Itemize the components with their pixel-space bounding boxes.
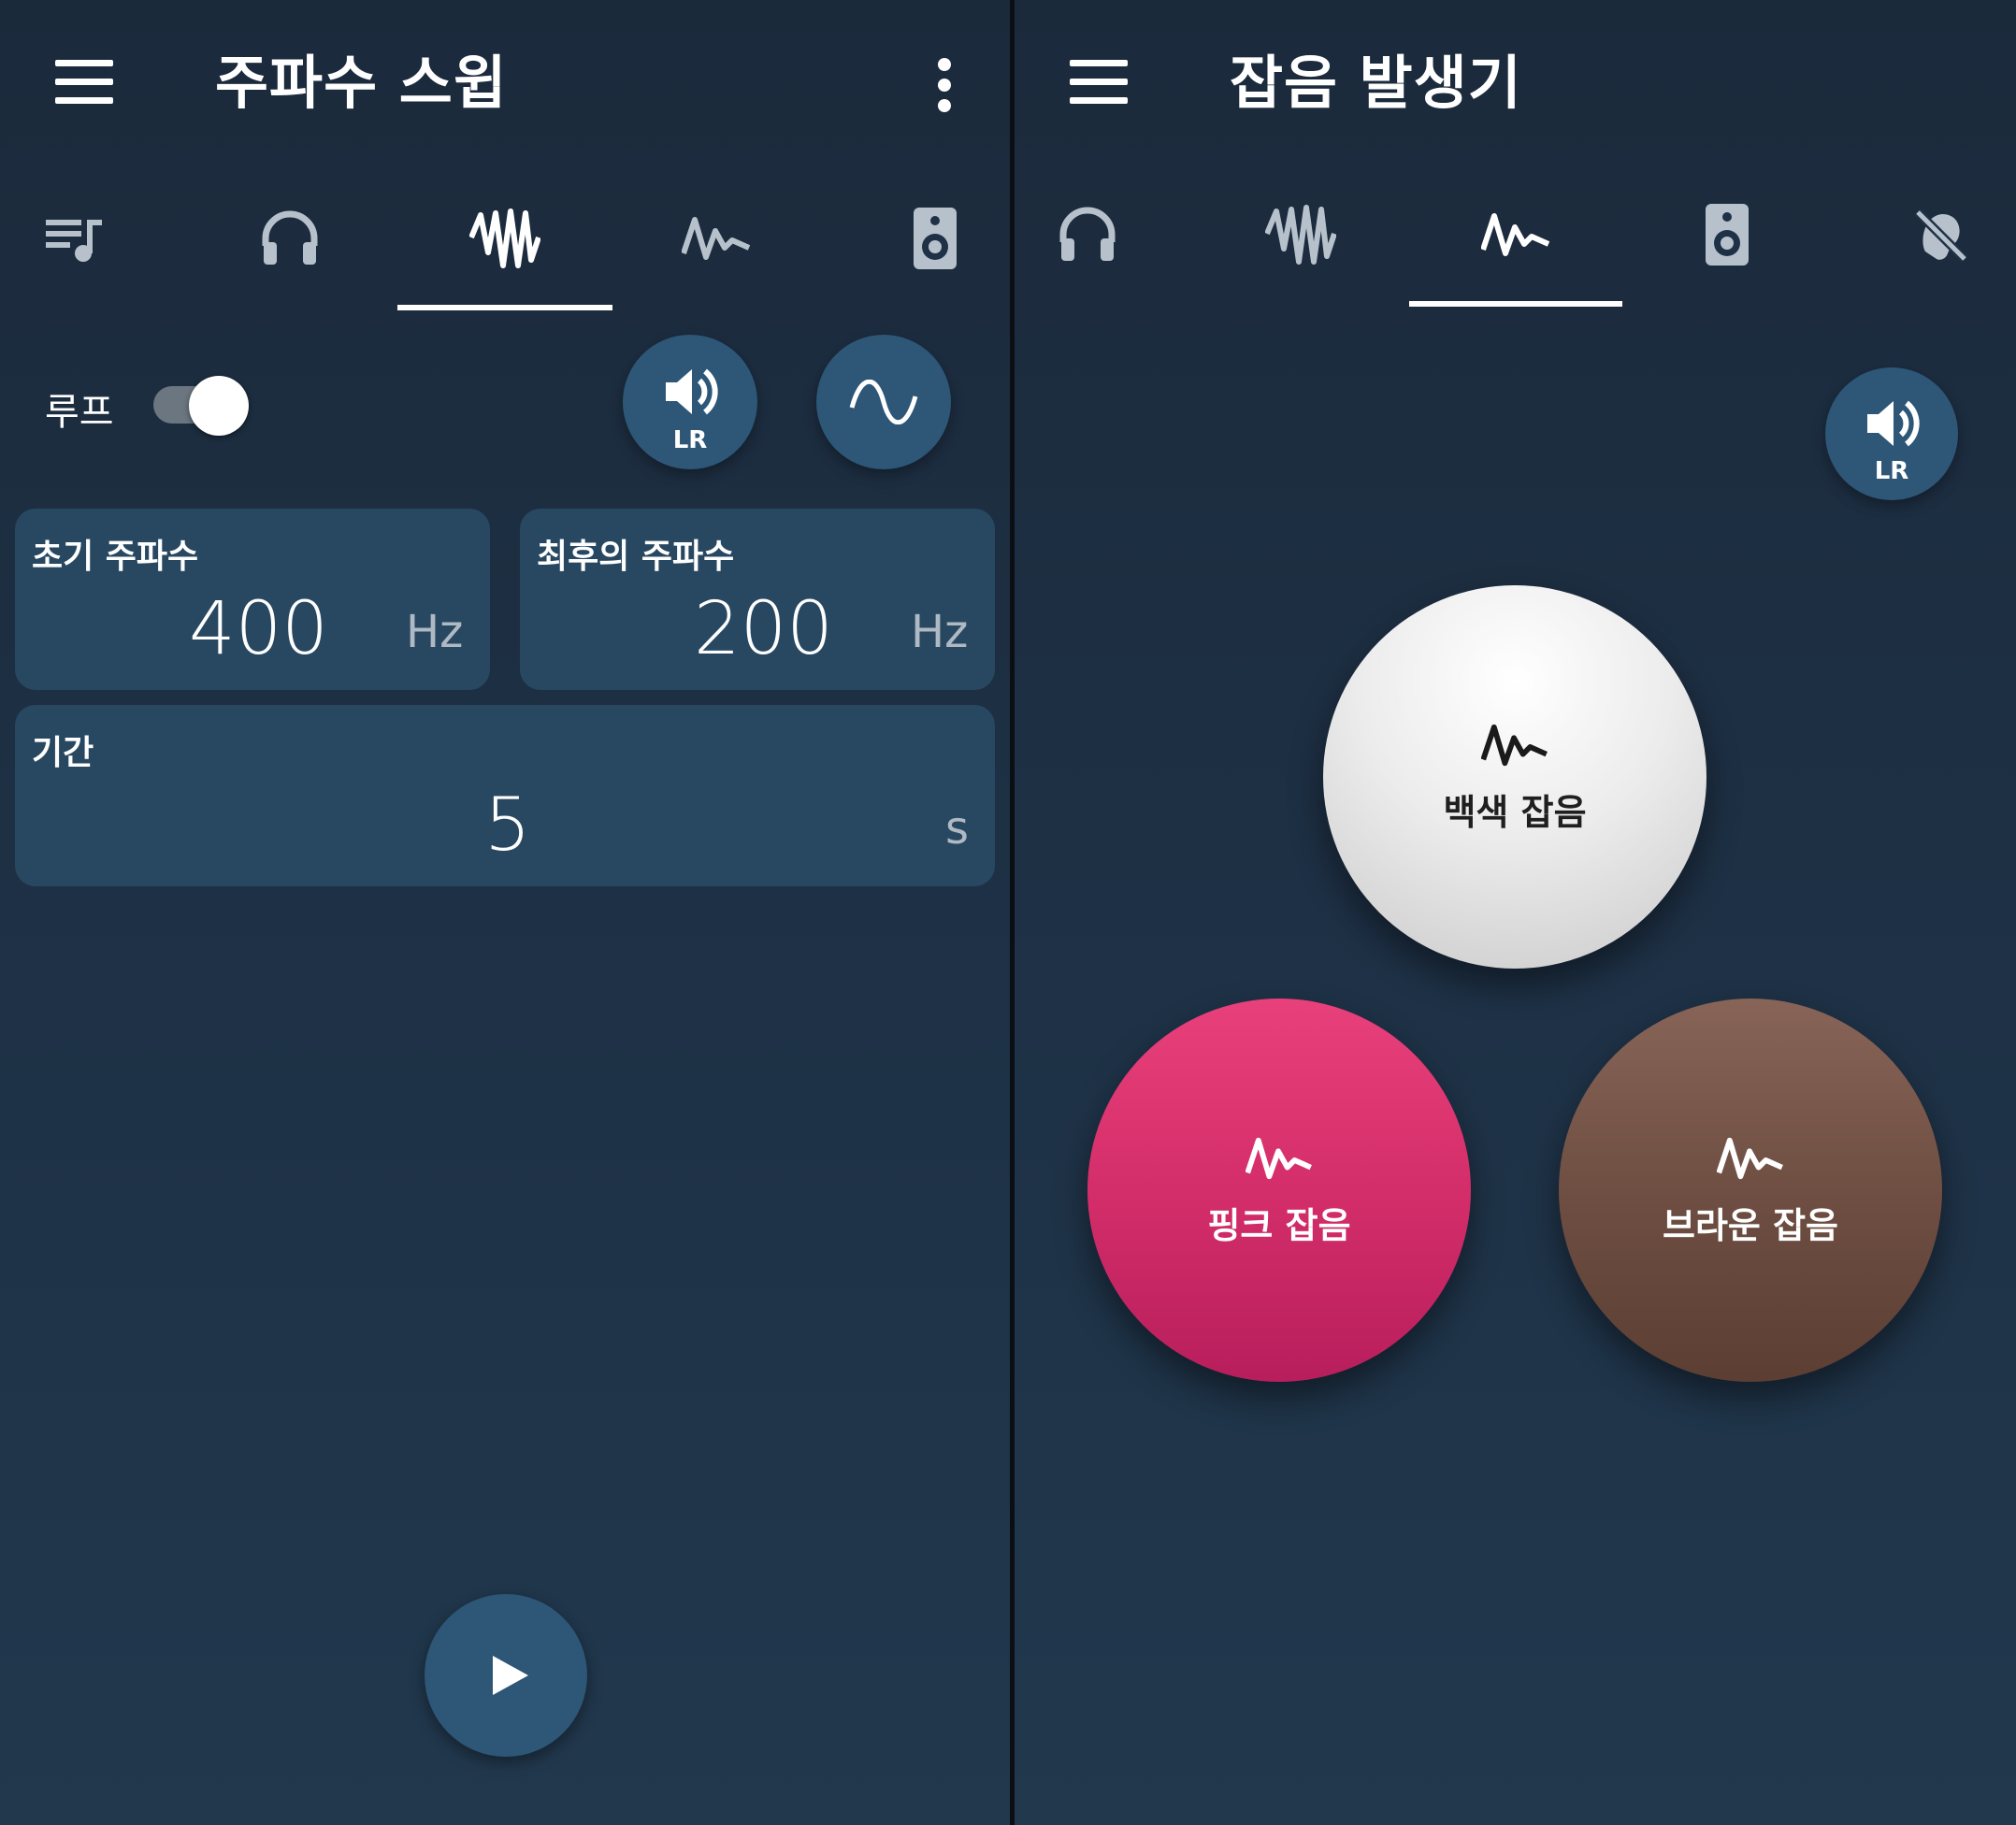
tab-playlist[interactable]: [28, 187, 122, 290]
tab-hearing-test[interactable]: [1894, 183, 1987, 286]
frequency-sweep-screen: 주파수 스윕 루프 LR 초기 주파수 400 Hz 최후의 주파수 200 H…: [0, 0, 1010, 1825]
end-frequency-value: 200: [694, 587, 833, 671]
white-noise-button[interactable]: 백색 잡음: [1323, 585, 1706, 969]
lr-label: LR: [672, 426, 708, 454]
page-title: 주파수 스윕: [215, 49, 508, 117]
brown-noise-label: 브라운 잡음: [1662, 1204, 1839, 1246]
noise-waveform-icon: [1246, 1137, 1312, 1179]
page-title: 잡음 발생기: [1230, 49, 1522, 117]
start-frequency-value: 400: [189, 587, 328, 671]
duration-value: 5: [484, 783, 531, 868]
tab-headphones[interactable]: [1041, 183, 1134, 286]
play-button[interactable]: [425, 1594, 587, 1757]
more-options-icon[interactable]: [933, 58, 956, 114]
speaker-icon: [914, 208, 957, 269]
tab-sweep[interactable]: [1254, 183, 1347, 286]
noise-generator-screen: 잡음 발생기 LR 백색 잡음 핑크 잡음 브라운 잡음: [1015, 0, 2016, 1825]
playlist-music-icon: [46, 220, 102, 262]
tab-noise[interactable]: [670, 187, 763, 290]
selected-tab-indicator: [397, 305, 612, 310]
waveform-type-button[interactable]: [816, 335, 951, 469]
start-frequency-unit: Hz: [406, 606, 464, 658]
play-icon: [493, 1656, 528, 1695]
noise-waveform-icon: [1717, 1137, 1783, 1179]
tab-speaker[interactable]: [1680, 183, 1774, 286]
tab-headphones[interactable]: [243, 187, 337, 290]
volume-icon: [666, 368, 718, 415]
selected-tab-indicator: [1409, 301, 1622, 307]
tab-noise[interactable]: [1409, 183, 1622, 286]
loop-toggle[interactable]: [153, 376, 249, 436]
brown-noise-button[interactable]: 브라운 잡음: [1559, 999, 1942, 1382]
headphones-icon: [262, 210, 318, 265]
duration-unit: s: [945, 802, 970, 855]
menu-icon[interactable]: [1070, 60, 1128, 105]
sweep-waveform-icon: [469, 208, 540, 268]
sweep-waveform-icon: [1265, 205, 1336, 265]
noise-waveform-icon: [682, 217, 751, 260]
end-frequency-field[interactable]: 최후의 주파수 200 Hz: [520, 509, 995, 690]
stereo-channel-button[interactable]: LR: [1825, 367, 1958, 500]
loop-label: 루프: [45, 391, 114, 434]
volume-icon: [1867, 400, 1920, 447]
pink-noise-button[interactable]: 핑크 잡음: [1087, 999, 1471, 1382]
hearing-disabled-icon: [1914, 208, 1968, 263]
stereo-channel-button[interactable]: LR: [623, 335, 757, 469]
sine-wave-icon: [849, 380, 918, 424]
lr-label: LR: [1874, 457, 1909, 485]
white-noise-label: 백색 잡음: [1443, 791, 1587, 833]
start-frequency-field[interactable]: 초기 주파수 400 Hz: [15, 509, 490, 690]
pink-noise-label: 핑크 잡음: [1207, 1204, 1351, 1246]
start-frequency-label: 초기 주파수: [32, 538, 199, 576]
speaker-icon: [1706, 204, 1749, 266]
headphones-icon: [1059, 207, 1116, 261]
end-frequency-unit: Hz: [911, 606, 969, 658]
noise-waveform-icon: [1481, 724, 1548, 766]
noise-waveform-icon: [1481, 213, 1550, 256]
tab-speaker[interactable]: [888, 187, 982, 290]
duration-field[interactable]: 기간 5 s: [15, 705, 995, 886]
end-frequency-label: 최후의 주파수: [537, 538, 735, 576]
tab-sweep[interactable]: [397, 187, 612, 290]
menu-icon[interactable]: [55, 60, 113, 105]
duration-label: 기간: [32, 734, 94, 772]
